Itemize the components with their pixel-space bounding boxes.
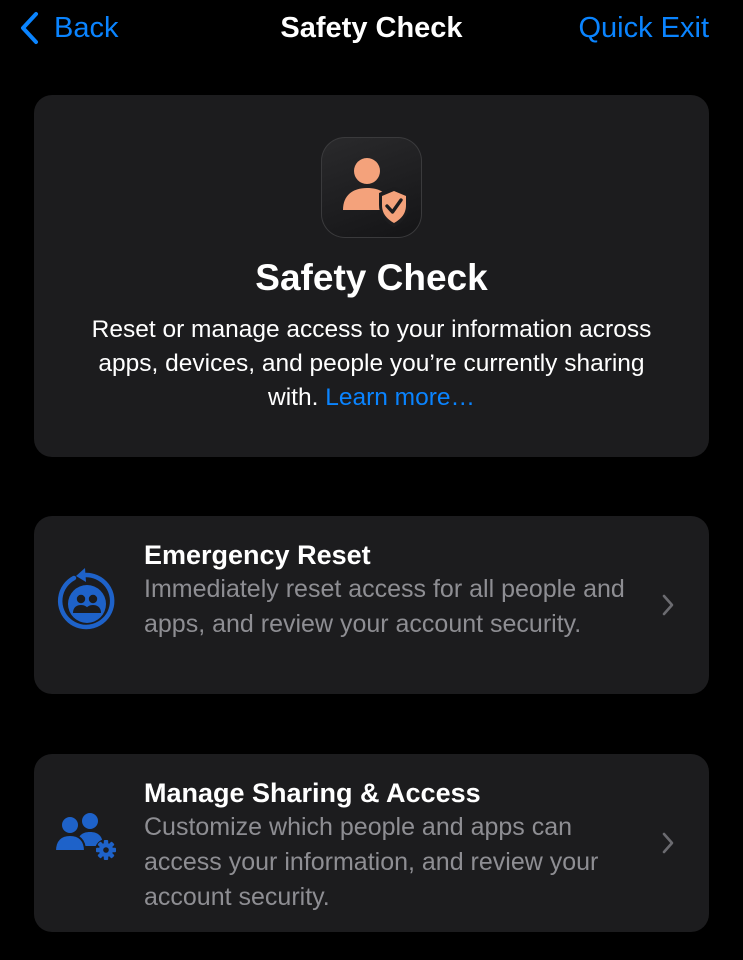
learn-more-link[interactable]: Learn more… bbox=[325, 384, 475, 411]
person-shield-icon bbox=[321, 137, 422, 238]
emergency-reset-icon bbox=[52, 568, 118, 634]
manage-sharing-title: Manage Sharing & Access bbox=[144, 778, 481, 808]
emergency-reset-option[interactable]: Emergency Reset Immediately reset access… bbox=[34, 516, 709, 694]
navigation-bar: Back Safety Check Quick Exit bbox=[0, 0, 743, 56]
manage-sharing-icon bbox=[52, 806, 118, 872]
manage-sharing-description: Customize which people and apps can acce… bbox=[144, 813, 599, 911]
card-description: Reset or manage access to your informati… bbox=[70, 313, 673, 415]
chevron-left-icon bbox=[21, 12, 38, 44]
safety-check-intro-card: Safety Check Reset or manage access to y… bbox=[34, 95, 709, 457]
manage-sharing-text: Manage Sharing & Access Customize which … bbox=[144, 776, 644, 915]
quick-exit-button[interactable]: Quick Exit bbox=[578, 8, 709, 48]
back-button-label: Back bbox=[54, 11, 119, 44]
emergency-reset-title: Emergency Reset bbox=[144, 540, 371, 570]
chevron-right-icon bbox=[662, 832, 674, 854]
emergency-reset-description: Immediately reset access for all people … bbox=[144, 575, 625, 638]
chevron-right-icon bbox=[662, 594, 674, 616]
card-title: Safety Check bbox=[255, 257, 488, 298]
back-button[interactable]: Back bbox=[18, 8, 118, 48]
manage-sharing-access-option[interactable]: Manage Sharing & Access Customize which … bbox=[34, 754, 709, 932]
emergency-reset-text: Emergency Reset Immediately reset access… bbox=[144, 538, 644, 642]
